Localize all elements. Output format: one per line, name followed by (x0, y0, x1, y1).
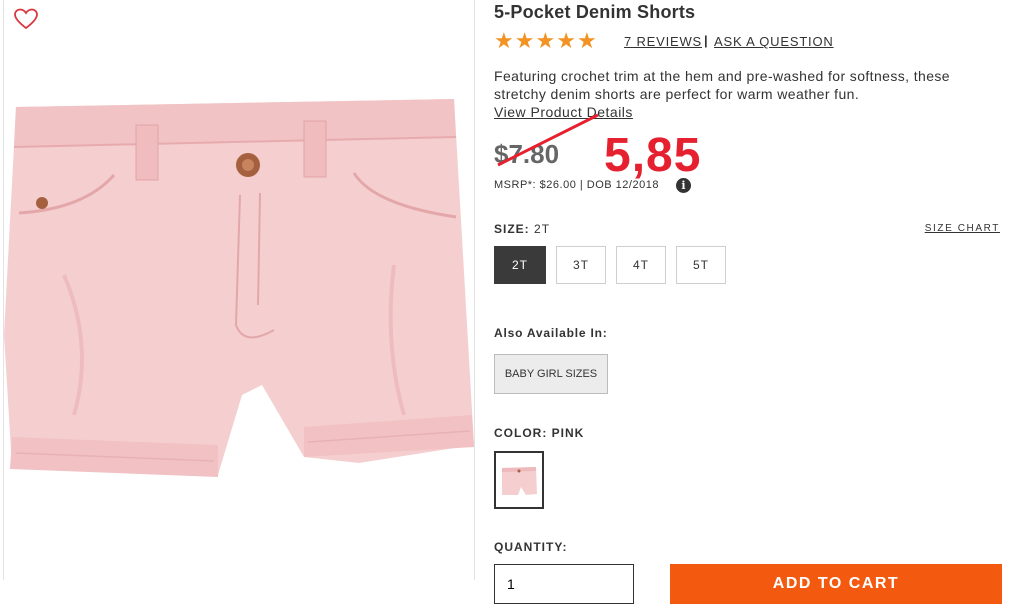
size-label: SIZE: 2T (494, 222, 550, 236)
info-icon[interactable]: i (676, 178, 691, 193)
swatch-thumbnail (502, 467, 537, 495)
color-label: COLOR: PINK (494, 426, 585, 440)
quantity-label: QUANTITY: (494, 540, 568, 554)
star-icon: ★ (556, 28, 576, 53)
also-available-label: Also Available In: (494, 326, 608, 340)
size-selected-value: 2T (534, 222, 551, 236)
reviews-link[interactable]: 7 REVIEWS (624, 34, 702, 49)
price-strike-annotation (497, 113, 599, 167)
star-icon: ★ (514, 28, 535, 53)
ask-question-link[interactable]: ASK A QUESTION (714, 34, 834, 49)
product-details: 5-Pocket Denim Shorts ★ ★ ★ ★ ★ 7 REVIEW… (494, 0, 1004, 604)
size-label-text: SIZE: (494, 222, 530, 236)
add-to-cart-button[interactable]: ADD TO CART (670, 564, 1002, 604)
size-options: 2T 3T 4T 5T (494, 246, 726, 284)
size-option-3t[interactable]: 3T (556, 246, 606, 284)
price-annotation: 5,85 (604, 129, 702, 182)
color-swatch-pink[interactable] (494, 451, 544, 509)
size-option-2t[interactable]: 2T (494, 246, 546, 284)
msrp-text: MSRP*: $26.00 | DOB 12/2018 (494, 179, 659, 191)
size-option-4t[interactable]: 4T (616, 246, 666, 284)
rating-stars[interactable]: ★ ★ ★ ★ ★ (494, 30, 597, 52)
product-title: 5-Pocket Denim Shorts (494, 2, 696, 22)
size-option-5t[interactable]: 5T (676, 246, 726, 284)
star-icon: ★ (494, 28, 514, 53)
quantity-input[interactable] (494, 564, 634, 604)
star-icon: ★ (535, 28, 556, 53)
size-chart-link[interactable]: SIZE CHART (925, 223, 1000, 234)
heart-icon[interactable] (13, 7, 39, 31)
link-separator: | (704, 33, 708, 48)
star-icon: ★ (576, 28, 597, 53)
product-image-panel (3, 0, 475, 580)
baby-girl-sizes-button[interactable]: BABY GIRL SIZES (494, 354, 608, 394)
product-description: Featuring crochet trim at the hem and pr… (494, 68, 950, 102)
product-image (4, 99, 474, 477)
